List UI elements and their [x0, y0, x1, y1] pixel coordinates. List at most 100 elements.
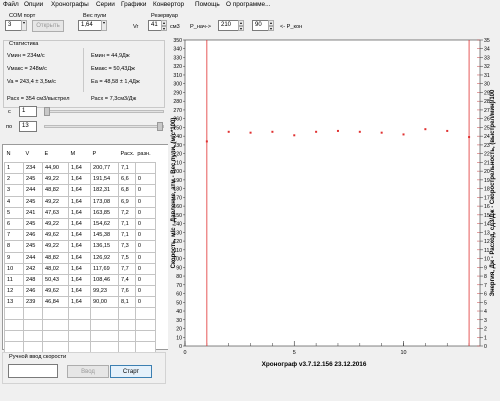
table-cell-empty	[134, 307, 156, 320]
range-to-trackbar[interactable]	[44, 125, 164, 128]
menu-help[interactable]: Помощь	[195, 1, 220, 8]
table-row[interactable]: 3 244 48,82 1,64 182,31 6,8 0	[4, 184, 156, 197]
table-cell: 6	[4, 217, 24, 231]
table-cell: 7,4	[118, 273, 136, 287]
table-cell: 10	[4, 262, 24, 275]
range-from-thumb[interactable]	[44, 107, 50, 116]
com-port-dropdown-icon[interactable]: ▾	[21, 20, 27, 31]
table-cell: 1,64	[68, 285, 91, 298]
table-cell: 126,92	[90, 251, 119, 264]
menu-options[interactable]: Опции	[24, 1, 43, 8]
manual-entry-label: Ручной ввод скорости	[9, 354, 67, 360]
y2-tick-label: 0	[484, 344, 487, 350]
y2-tick-label: 32	[484, 64, 490, 70]
table-cell: 245	[23, 217, 43, 231]
range-from-field[interactable]: 1	[19, 106, 37, 117]
table-cell: 7,5	[118, 251, 136, 264]
table-row[interactable]: 10 242 48,02 1,64 117,69 7,7 0	[4, 262, 156, 275]
table-cell: 9	[4, 251, 24, 264]
data-point	[358, 130, 361, 133]
table-cell: 173,08	[90, 195, 119, 208]
menu-chronographs[interactable]: Хронографы	[51, 1, 89, 8]
table-cell: 241	[23, 206, 43, 219]
range-to-field[interactable]: 13	[19, 121, 37, 132]
table-row[interactable]: 6 245 49,22 1,64 154,62 7,1 0	[4, 217, 156, 231]
table-row[interactable]: 5 241 47,63 1,64 163,85 7,2 0	[4, 206, 156, 219]
stat-vavg: Va = 243,4 ± 3,5м/с	[7, 79, 56, 85]
y2-tick-label: 10	[484, 257, 490, 263]
y2-tick-label: 21	[484, 160, 490, 166]
table-header-1[interactable]: V	[24, 146, 43, 163]
table-cell: 1,64	[68, 273, 91, 287]
table-row[interactable]: 12 246 49,62 1,64 99,23 7,6 0	[4, 285, 156, 298]
y-tick-label: 10	[176, 335, 182, 341]
table-header-0[interactable]: N	[5, 146, 24, 163]
y2-tick-label: 15	[484, 213, 490, 219]
table-row[interactable]: 8 245 49,22 1,64 136,15 7,3 0	[4, 240, 156, 253]
table-header-5[interactable]: Расх.	[119, 146, 136, 163]
table-cell: 1,64	[68, 240, 91, 253]
menu-series[interactable]: Серии	[96, 1, 115, 8]
table-header-6[interactable]: разн.	[135, 146, 155, 163]
table-row[interactable]: 4 245 49,22 1,64 173,08 6,9 0	[4, 195, 156, 208]
table-cell-empty	[23, 340, 43, 354]
table-header-3[interactable]: M	[69, 146, 91, 163]
table-cell-empty	[42, 307, 69, 320]
table-cell-empty	[118, 307, 136, 320]
table-header-4[interactable]: P	[91, 146, 119, 163]
y-axis-label: Скорость, м/с - Давление, атм - Вес пули…	[171, 118, 177, 269]
p-end-down-icon[interactable]: ▾	[268, 25, 274, 31]
table-row[interactable]: 7 246 49,62 1,64 145,38 7,1 0	[4, 229, 156, 242]
table-cell: 8	[4, 240, 24, 253]
data-point	[380, 131, 383, 134]
table-cell: 49,22	[42, 217, 69, 231]
manual-speed-input[interactable]	[8, 364, 58, 378]
plot-area	[184, 39, 481, 347]
table-cell: 239	[23, 296, 43, 309]
y-tick-label: 30	[176, 318, 182, 324]
table-cell: 1	[4, 161, 24, 175]
table-row[interactable]: 2 245 49,22 1,64 191,54 6,6 0	[4, 173, 156, 186]
table-cell: 0	[134, 296, 156, 309]
range-to-label: по	[6, 124, 13, 130]
open-port-button[interactable]: Открыть	[32, 20, 64, 32]
cm3-label: см3	[170, 24, 180, 30]
stat-emin: Емин = 44,9Дж	[91, 53, 130, 59]
table-row[interactable]: 13 239 46,84 1,64 90,00 8,1 0	[4, 296, 156, 309]
menu-graphs[interactable]: Графики	[121, 1, 146, 8]
table-cell: 50,43	[42, 273, 69, 287]
range-to-thumb[interactable]	[157, 122, 163, 131]
vr-down-icon[interactable]: ▾	[161, 25, 167, 31]
stat-flow-per-shot: Расх = 354 см3/выстрел	[7, 96, 70, 102]
y2-tick-label: 31	[484, 73, 490, 79]
table-row[interactable]: 11 248 50,43 1,64 108,46 7,4 0	[4, 273, 156, 287]
menu-about[interactable]: О программе...	[226, 1, 270, 8]
start-button[interactable]: Старт	[110, 365, 152, 378]
table-cell: 1,64	[68, 195, 91, 208]
bullet-weight-dropdown-icon[interactable]: ▾	[101, 20, 107, 31]
table-cell: 5	[4, 206, 24, 219]
menu-converter[interactable]: Конвертор	[153, 1, 184, 8]
y2-tick-label: 27	[484, 108, 490, 114]
menu-file[interactable]: Файл	[3, 1, 19, 8]
range-from-trackbar[interactable]	[44, 110, 164, 113]
table-cell: 1,64	[68, 251, 91, 264]
table-cell: 48,02	[42, 262, 69, 275]
table-row[interactable]: 1 234 44,90 1,64 200,77 7,1	[4, 161, 156, 175]
table-header-2[interactable]: E	[43, 146, 69, 163]
table-cell: 3	[4, 184, 24, 197]
manual-enter-button[interactable]: Ввод	[67, 365, 109, 378]
table-cell: 234	[23, 161, 43, 175]
table-cell: 49,62	[42, 285, 69, 298]
y-tick-label: 310	[173, 73, 182, 79]
table-cell-empty	[23, 307, 43, 320]
table-row[interactable]: 9 244 48,82 1,64 126,92 7,5 0	[4, 251, 156, 264]
table-cell-empty	[42, 318, 69, 331]
p-end-label: <- P_кон	[280, 24, 303, 30]
statistics-title: Статистика	[8, 41, 40, 47]
menu-bar: Файл Опции Хронографы Серии Графики Конв…	[0, 0, 500, 11]
table-cell-empty	[118, 329, 136, 343]
data-point	[227, 130, 230, 133]
p-start-down-icon[interactable]: ▾	[238, 25, 244, 31]
table-cell: 245	[23, 240, 43, 253]
